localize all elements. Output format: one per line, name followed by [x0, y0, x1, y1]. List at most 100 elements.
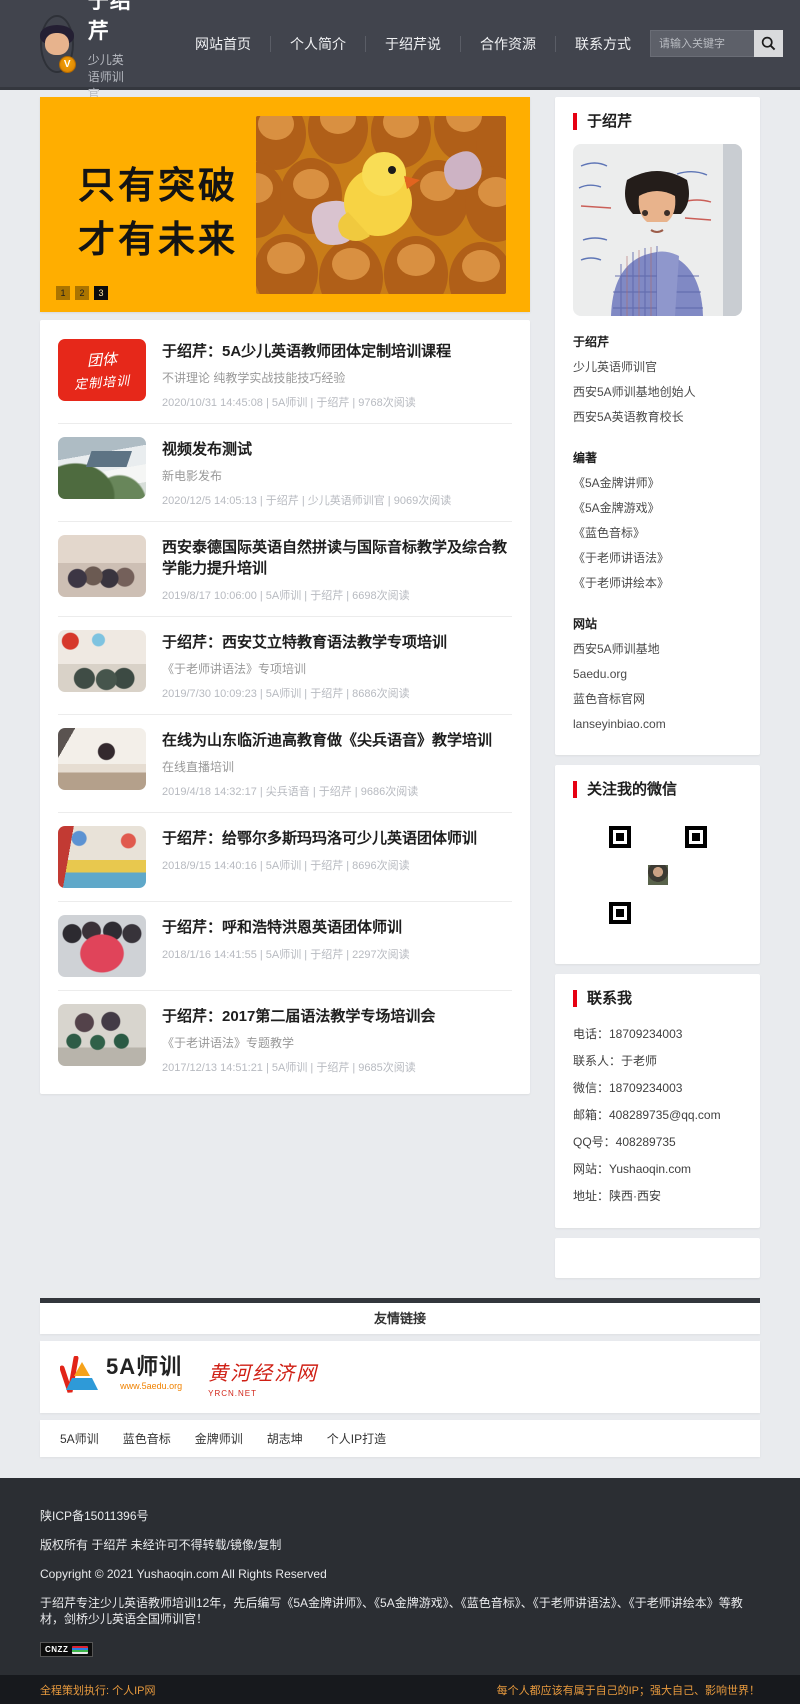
qr-finder-icon	[609, 826, 631, 848]
nav-item-profile[interactable]: 个人简介	[270, 36, 365, 52]
search-button[interactable]	[754, 30, 783, 57]
profile-name: 于绍芹	[573, 330, 742, 355]
logo-yellow-river[interactable]: 黄河经济网 YRCN.NET	[208, 1357, 318, 1398]
article-thumbnail: 团体 定制培训	[58, 339, 146, 401]
profile-card: 于绍芹	[555, 97, 760, 755]
article-meta: 2017/12/13 14:51:21 | 5A师训 | 于绍芹 | 9685次…	[162, 1059, 512, 1075]
banner-slogan: 只有突破 才有未来	[78, 159, 238, 267]
contact-qq: QQ号：408289735	[573, 1129, 742, 1156]
search-input[interactable]	[650, 30, 754, 57]
banner-chick-image	[256, 116, 506, 294]
article-title[interactable]: 于绍芹：2017第二届语法教学专场培训会	[162, 1006, 512, 1027]
site-subtitle: 少儿英语师训官	[88, 51, 134, 102]
book-item: 《蓝色音标》	[573, 521, 742, 546]
article-meta: 2019/8/17 10:06:00 | 5A师训 | 于绍芹 | 6698次阅…	[162, 587, 512, 603]
article-meta: 2019/4/18 14:32:17 | 尖兵语音 | 于绍芹 | 9686次阅…	[162, 783, 512, 799]
article-desc: 在线直播培训	[162, 758, 512, 775]
tag-lanse-yinbiao[interactable]: 蓝色音标	[123, 1430, 171, 1447]
footer-copyright-cn: 版权所有 于绍芹 未经许可不得转载/镜像/复制	[40, 1537, 760, 1553]
article-title[interactable]: 于绍芹：给鄂尔多斯玛玛洛可少儿英语团体师训	[162, 828, 512, 849]
nav-item-home[interactable]: 网站首页	[176, 36, 270, 52]
profile-card-title: 于绍芹	[573, 113, 742, 130]
qr-finder-icon	[685, 826, 707, 848]
books-heading: 编著	[573, 446, 742, 471]
article-title[interactable]: 西安泰德国际英语自然拼读与国际音标教学及综合教学能力提升培训	[162, 537, 512, 579]
contact-address: 地址：陕西·西安	[573, 1183, 742, 1210]
article-meta: 2020/12/5 14:05:13 | 于绍芹 | 少儿英语师训官 | 906…	[162, 492, 512, 508]
site-brand[interactable]: V 于绍芹 少儿英语师训官	[40, 0, 134, 102]
5a-logo-icon	[60, 1356, 100, 1398]
nav-item-resources[interactable]: 合作资源	[460, 36, 555, 52]
footer-icp: 陕ICP备15011396号	[40, 1508, 760, 1524]
tag-geren-ip[interactable]: 个人IP打造	[327, 1430, 386, 1447]
footer-tags: 5A师训 蓝色音标 金牌师训 胡志坤 个人IP打造	[40, 1420, 760, 1457]
cnzz-stats-badge[interactable]: CNZZ	[40, 1642, 93, 1657]
friend-links-title: 友情链接	[40, 1303, 760, 1334]
site-item: 蓝色音标官网	[573, 687, 742, 712]
bottom-bar: 全程策划执行: 个人IP网 每个人都应该有属于自己的IP；强大自己、影响世界！	[0, 1675, 800, 1704]
article-thumbnail	[58, 437, 146, 499]
qr-finder-icon	[609, 902, 631, 924]
wechat-card: 关注我的微信	[555, 765, 760, 964]
nav-item-says[interactable]: 于绍芹说	[365, 36, 460, 52]
article-title[interactable]: 视频发布测试	[162, 439, 512, 460]
footer-copyright-en: Copyright © 2021 Yushaoqin.com All Right…	[40, 1566, 760, 1582]
article-title[interactable]: 于绍芹：西安艾立特教育语法教学专项培训	[162, 632, 512, 653]
contact-website: 网站：Yushaoqin.com	[573, 1156, 742, 1183]
article-thumbnail	[58, 728, 146, 790]
article-row[interactable]: 于绍芹：给鄂尔多斯玛玛洛可少儿英语团体师训 2018/9/15 14:40:16…	[58, 813, 512, 902]
contact-wechat: 微信：18709234003	[573, 1075, 742, 1102]
article-row[interactable]: 于绍芹：西安艾立特教育语法教学专项培训 《于老师讲语法》专项培训 2019/7/…	[58, 617, 512, 715]
nav-item-contact[interactable]: 联系方式	[555, 36, 650, 52]
tag-5a-shixun[interactable]: 5A师训	[60, 1430, 99, 1447]
qr-center-photo	[646, 863, 670, 887]
article-thumbnail	[58, 630, 146, 692]
site-item: 西安5A师训基地	[573, 637, 742, 662]
article-row[interactable]: 于绍芹：2017第二届语法教学专场培训会 《于老讲语法》专题教学 2017/12…	[58, 991, 512, 1088]
article-title[interactable]: 于绍芹：呼和浩特洪恩英语团体师训	[162, 917, 512, 938]
article-desc: 不讲理论 纯教学实战技能技巧经验	[162, 369, 512, 386]
bottom-bar-planner-link[interactable]: 全程策划执行: 个人IP网	[40, 1682, 156, 1698]
search-box	[650, 30, 783, 57]
pager-dot-1[interactable]: 1	[56, 286, 70, 300]
article-list: 团体 定制培训 于绍芹：5A少儿英语教师团体定制培训课程 不讲理论 纯教学实战技…	[40, 320, 530, 1094]
pager-dot-3-active[interactable]: 3	[94, 286, 108, 300]
article-thumbnail	[58, 915, 146, 977]
banner-carousel[interactable]: 只有突破 才有未来	[40, 97, 530, 312]
cnzz-bars-icon	[72, 1646, 88, 1654]
site-link-lanseyinbiao[interactable]: lanseyinbiao.com	[573, 712, 742, 737]
article-row[interactable]: 团体 定制培训 于绍芹：5A少儿英语教师团体定制培训课程 不讲理论 纯教学实战技…	[58, 326, 512, 424]
article-title[interactable]: 在线为山东临沂迪高教育做《尖兵语音》教学培训	[162, 730, 512, 751]
article-title[interactable]: 于绍芹：5A少儿英语教师团体定制培训课程	[162, 341, 512, 362]
contact-phone: 电话：18709234003	[573, 1021, 742, 1048]
bottom-bar-slogan: 每个人都应该有属于自己的IP；强大自己、影响世界！	[497, 1682, 760, 1698]
article-meta: 2018/1/16 14:41:55 | 5A师训 | 于绍芹 | 2297次阅…	[162, 946, 512, 962]
book-item: 《5A金牌游戏》	[573, 496, 742, 521]
contact-email: 邮箱：408289735@qq.com	[573, 1102, 742, 1129]
site-link-5aedu[interactable]: 5aedu.org	[573, 662, 742, 687]
article-desc: 《于老师讲语法》专项培训	[162, 660, 512, 677]
empty-side-card	[555, 1238, 760, 1278]
tag-huzhikun[interactable]: 胡志坤	[267, 1430, 303, 1447]
profile-role: 少儿英语师训官	[573, 355, 742, 380]
article-thumbnail	[58, 1004, 146, 1066]
logo-5a-shixun[interactable]: 5A师训 www.5aedu.org	[60, 1356, 182, 1398]
footer-intro: 于绍芹专注少儿英语教师培训12年，先后编写《5A金牌讲师》、《5A金牌游戏》、《…	[40, 1595, 760, 1627]
article-desc: 新电影发布	[162, 467, 512, 484]
profile-photo	[573, 144, 742, 316]
article-row[interactable]: 于绍芹：呼和浩特洪恩英语团体师训 2018/1/16 14:41:55 | 5A…	[58, 902, 512, 991]
pager-dot-2[interactable]: 2	[75, 286, 89, 300]
profile-role: 西安5A师训基地创始人	[573, 380, 742, 405]
article-desc: 《于老讲语法》专题教学	[162, 1034, 512, 1051]
article-row[interactable]: 西安泰德国际英语自然拼读与国际音标教学及综合教学能力提升培训 2019/8/17…	[58, 522, 512, 617]
page-footer: 陕ICP备15011396号 版权所有 于绍芹 未经许可不得转载/镜像/复制 C…	[0, 1478, 800, 1675]
article-row[interactable]: 视频发布测试 新电影发布 2020/12/5 14:05:13 | 于绍芹 | …	[58, 424, 512, 522]
contact-card: 联系我 电话：18709234003 联系人：于老师 微信：1870923400…	[555, 974, 760, 1228]
friend-links-logos: 5A师训 www.5aedu.org 黄河经济网 YRCN.NET	[40, 1341, 760, 1413]
article-row[interactable]: 在线为山东临沂迪高教育做《尖兵语音》教学培训 在线直播培训 2019/4/18 …	[58, 715, 512, 813]
tag-jinpai-shixun[interactable]: 金牌师训	[195, 1430, 243, 1447]
article-meta: 2020/10/31 14:45:08 | 5A师训 | 于绍芹 | 9768次…	[162, 394, 512, 410]
contact-card-title: 联系我	[573, 990, 742, 1007]
site-header: V 于绍芹 少儿英语师训官 网站首页 个人简介 于绍芹说 合作资源 联系方式	[0, 0, 800, 90]
book-item: 《5A金牌讲师》	[573, 471, 742, 496]
